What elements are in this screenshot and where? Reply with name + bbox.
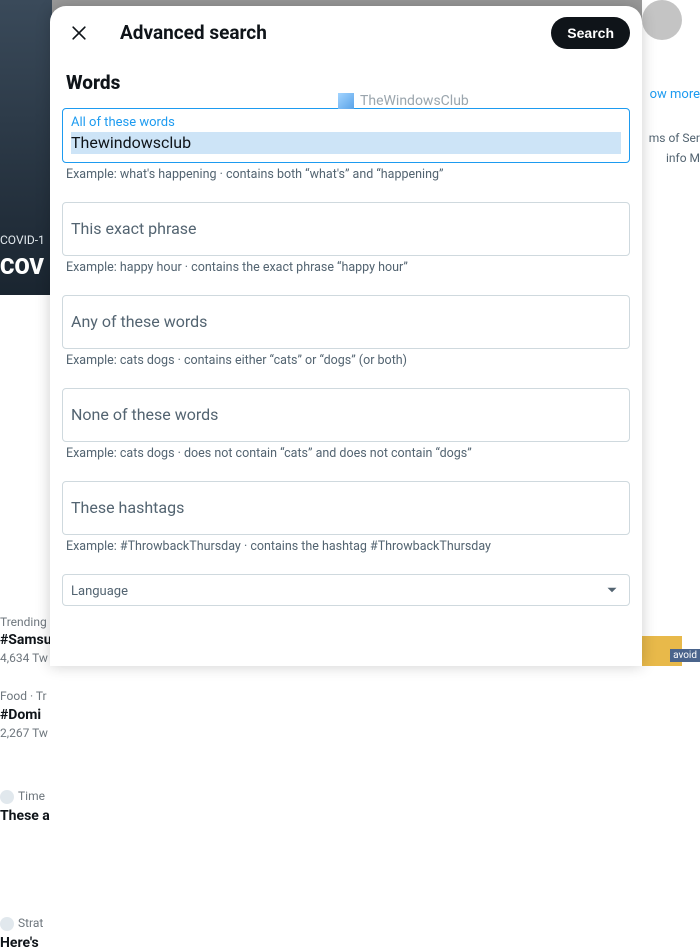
modal-body[interactable]: Words All of these words Example: what's… xyxy=(50,59,642,666)
close-button[interactable] xyxy=(62,16,96,50)
field-all-words[interactable]: All of these words xyxy=(62,108,630,163)
close-icon xyxy=(69,23,89,43)
help-text: Example: what's happening · contains bot… xyxy=(62,163,630,198)
bg-avoid: avoid xyxy=(670,649,700,662)
bg-samsung-hashtag: #Samsu xyxy=(0,632,52,648)
field-any-words[interactable]: Any of these words xyxy=(62,295,630,349)
modal-header: Advanced search Search xyxy=(50,6,642,59)
modal-title: Advanced search xyxy=(120,21,551,44)
field-label: This exact phrase xyxy=(71,219,621,239)
bg-showmore: ow more xyxy=(650,87,700,102)
bg-covid-tag: COVID-1 xyxy=(0,233,45,247)
help-text: Example: #ThrowbackThursday · contains t… xyxy=(62,535,630,570)
help-text: Example: happy hour · contains the exact… xyxy=(62,256,630,291)
help-text: Example: cats dogs · contains either “ca… xyxy=(62,349,630,384)
background-left-column: COVID-1 COV Trending #Samsu 4,634 Tw Foo… xyxy=(0,0,52,666)
bg-covid-head: COV xyxy=(0,255,44,280)
field-hashtags[interactable]: These hashtags xyxy=(62,481,630,535)
bg-ads: info M xyxy=(666,151,700,165)
search-button[interactable]: Search xyxy=(551,17,630,49)
bg-dominos-count: 2,267 Tw xyxy=(0,726,48,740)
bg-samsung-count: 4,634 Tw xyxy=(0,651,48,665)
section-heading-words: Words xyxy=(62,59,630,104)
field-language[interactable]: Language xyxy=(62,574,630,606)
field-label: All of these words xyxy=(71,115,621,131)
field-label: None of these words xyxy=(71,405,621,425)
bg-these: These a xyxy=(0,808,50,824)
bg-terms: ms of Ser xyxy=(649,131,700,145)
field-label: Any of these words xyxy=(71,312,621,332)
field-exact-phrase[interactable]: This exact phrase xyxy=(62,202,630,256)
bg-trending: Trending xyxy=(0,615,47,629)
bg-time: Time xyxy=(0,789,45,804)
background-right-column: ow more ms of Ser info M avoid xyxy=(642,0,700,666)
bg-dominos-hashtag: #Domi xyxy=(0,707,41,723)
avatar xyxy=(642,0,682,40)
bg-strat: Strat xyxy=(0,916,43,931)
bg-food: Food · Tr xyxy=(0,689,47,703)
help-text: Example: cats dogs · does not contain “c… xyxy=(62,442,630,477)
chevron-down-icon xyxy=(603,581,621,603)
field-label: Language xyxy=(71,584,128,600)
advanced-search-modal: Advanced search Search Words All of thes… xyxy=(50,6,642,666)
bg-heres: Here's xyxy=(0,935,39,951)
all-words-input[interactable] xyxy=(71,132,621,154)
field-none-words[interactable]: None of these words xyxy=(62,388,630,442)
field-label: These hashtags xyxy=(71,498,621,518)
